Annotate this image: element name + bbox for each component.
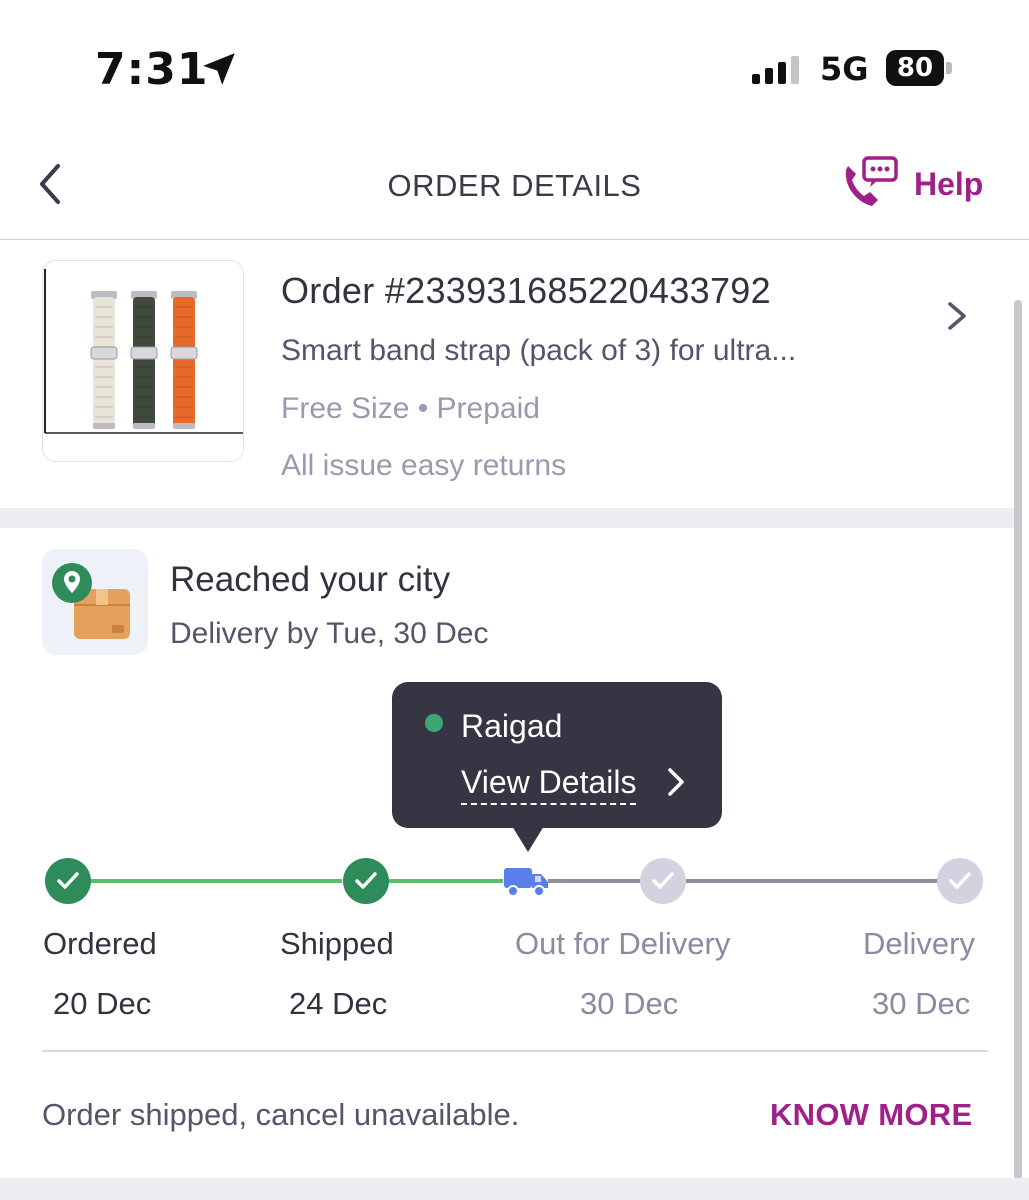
status-bar: 7:31 5G 80 <box>0 0 1029 130</box>
scrollbar[interactable] <box>1014 300 1022 1180</box>
section-divider <box>0 508 1014 528</box>
step-out-for-delivery-check-icon <box>640 858 686 904</box>
product-card[interactable]: Order #233931685220433792 Smart band str… <box>0 242 1014 508</box>
product-name: Smart band strap (pack of 3) for ultra..… <box>281 334 797 367</box>
location-dot-icon <box>425 714 443 732</box>
help-button[interactable]: Help <box>838 154 983 214</box>
step-date-out-for-delivery: 30 Dec <box>580 986 679 1021</box>
step-shipped-check-icon <box>343 858 389 904</box>
watch-straps-image <box>43 261 243 461</box>
strap-buckle <box>170 346 198 360</box>
chevron-right-icon[interactable] <box>944 298 970 334</box>
progress-line-done <box>90 879 342 883</box>
clock: 7:31 <box>95 44 209 95</box>
returns-policy: All issue easy returns <box>281 449 567 482</box>
view-details-link[interactable]: View Details <box>461 764 637 805</box>
product-size-payment: Free Size • Prepaid <box>281 392 540 425</box>
strap-lug <box>93 423 115 429</box>
network-type: 5G <box>820 50 869 88</box>
phone-chat-icon <box>845 156 898 206</box>
step-label-delivery: Delivery <box>863 926 975 961</box>
battery-icon: 80 <box>886 50 944 86</box>
chevron-right-icon[interactable] <box>664 766 688 798</box>
help-label: Help <box>914 165 984 202</box>
step-date-shipped: 24 Dec <box>289 986 388 1021</box>
battery-tip <box>946 62 952 74</box>
progress-line-pending <box>686 879 938 883</box>
tooltip-pointer <box>512 826 544 852</box>
step-label-out-for-delivery: Out for Delivery <box>515 926 731 961</box>
progress-line-done <box>389 879 503 883</box>
cancel-status-note: Order shipped, cancel unavailable. <box>42 1097 520 1132</box>
progress-line-pending <box>548 879 640 883</box>
delivery-status-title: Reached your city <box>170 560 451 599</box>
product-image <box>42 260 244 462</box>
order-progress-timeline: Ordered Shipped Out for Delivery Deliver… <box>0 850 1014 1030</box>
step-ordered-check-icon <box>45 858 91 904</box>
parcel-location-icon <box>42 549 148 655</box>
step-date-ordered: 20 Dec <box>53 986 152 1021</box>
step-delivery-check-icon <box>937 858 983 904</box>
divider <box>42 1050 988 1052</box>
step-label-ordered: Ordered <box>43 926 157 961</box>
section-divider <box>0 1178 1029 1200</box>
order-number: Order #233931685220433792 <box>281 270 771 311</box>
strap-buckle <box>90 346 118 360</box>
strap-lug <box>173 423 195 429</box>
delivery-eta: Delivery by Tue, 30 Dec <box>170 617 489 650</box>
app-header: ORDER DETAILS Help <box>0 130 1029 240</box>
location-tooltip <box>392 682 722 828</box>
cellular-signal-icon <box>752 56 799 84</box>
step-date-delivery: 30 Dec <box>872 986 971 1021</box>
location-arrow-icon <box>203 53 235 85</box>
current-location: Raigad <box>461 708 563 744</box>
strap-lug <box>133 423 155 429</box>
delivery-truck-icon <box>504 868 548 897</box>
strap-buckle <box>130 346 158 360</box>
know-more-link[interactable]: KNOW MORE <box>770 1097 972 1133</box>
step-label-shipped: Shipped <box>280 926 394 961</box>
